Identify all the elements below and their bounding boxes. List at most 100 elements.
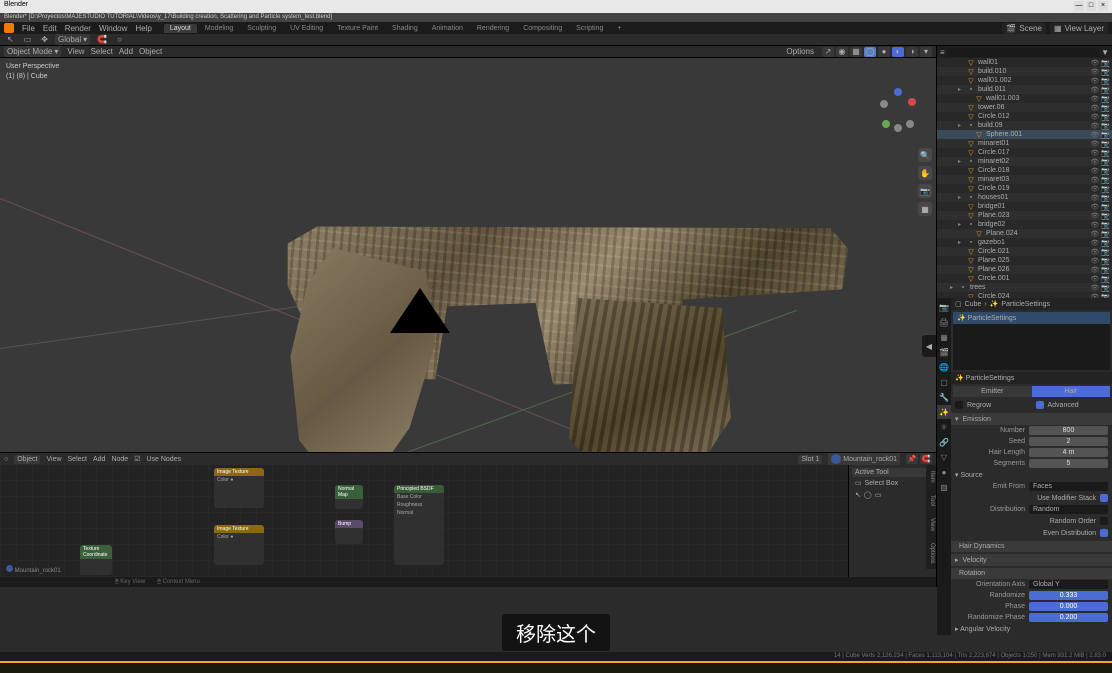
expand-triangle-icon[interactable]: ▸ xyxy=(958,86,964,93)
render-toggle-icon[interactable]: 📷 xyxy=(1101,167,1110,175)
outliner-item[interactable]: ▽Sphere.001👁📷 xyxy=(937,130,1112,139)
toggle-hair[interactable]: Hair xyxy=(1032,386,1111,397)
node-bump[interactable]: Bump xyxy=(335,520,363,544)
visibility-toggle-icon[interactable]: 👁 xyxy=(1090,248,1099,256)
box-mini-icon[interactable]: ▭ xyxy=(875,491,882,499)
toggle-emitter[interactable]: Emitter xyxy=(953,386,1032,397)
render-toggle-icon[interactable]: 📷 xyxy=(1101,122,1110,130)
node-editor-type-icon[interactable]: ○ xyxy=(4,456,8,463)
ne-menu-view[interactable]: View xyxy=(46,456,61,463)
render-toggle-icon[interactable]: 📷 xyxy=(1101,113,1110,121)
hairdyn-section-header[interactable]: Hair Dynamics xyxy=(951,541,1112,552)
render-toggle-icon[interactable]: 📷 xyxy=(1101,248,1110,256)
ne-vtab-view[interactable]: View xyxy=(926,512,936,537)
ne-vtab-item[interactable]: Item xyxy=(926,465,936,489)
visibility-toggle-icon[interactable]: 👁 xyxy=(1090,122,1099,130)
outliner-item[interactable]: ▽wall01👁📷 xyxy=(937,58,1112,67)
node-graph-canvas[interactable]: Texture Coordinate Image Texture Color ●… xyxy=(0,465,936,577)
ne-material-dropdown[interactable]: Mountain_rock01 xyxy=(828,453,900,465)
visibility-toggle-icon[interactable]: 👁 xyxy=(1090,203,1099,211)
workspace-tab-uvediting[interactable]: UV Editing xyxy=(284,24,329,33)
lasso-mini-icon[interactable]: ◯ xyxy=(864,491,872,499)
overlay-toggle[interactable]: ◉ xyxy=(836,47,848,57)
viewport-menu-select[interactable]: Select xyxy=(91,47,113,56)
render-toggle-icon[interactable]: 📷 xyxy=(1101,176,1110,184)
visibility-toggle-icon[interactable]: 👁 xyxy=(1090,257,1099,265)
ne-pin-icon[interactable]: 📌 xyxy=(906,454,918,464)
expand-triangle-icon[interactable]: ▸ xyxy=(950,284,956,291)
render-toggle-icon[interactable]: 📷 xyxy=(1101,266,1110,274)
visibility-toggle-icon[interactable]: 👁 xyxy=(1090,167,1099,175)
render-toggle-icon[interactable]: 📷 xyxy=(1101,86,1110,94)
props-tab-render[interactable]: 📷 xyxy=(937,300,951,314)
visibility-toggle-icon[interactable]: 👁 xyxy=(1090,185,1099,193)
orbit-gizmo[interactable] xyxy=(876,88,920,132)
regrow-checkbox[interactable] xyxy=(955,401,963,409)
perspective-toggle-icon[interactable]: ▦ xyxy=(918,202,932,216)
pan-icon[interactable]: ✋ xyxy=(918,166,932,180)
menu-render[interactable]: Render xyxy=(65,24,91,33)
workspace-tab-shading[interactable]: Shading xyxy=(386,24,424,33)
shading-rendered[interactable]: ◑ xyxy=(906,47,918,57)
node-shader-type[interactable]: Object xyxy=(14,455,40,464)
gizmo-toggle[interactable]: ↗ xyxy=(822,47,834,57)
render-toggle-icon[interactable]: 📷 xyxy=(1101,131,1110,139)
outliner-item[interactable]: ▽Circle.018👁📷 xyxy=(937,166,1112,175)
particle-systems-list[interactable]: ✨ ParticleSettings xyxy=(953,312,1110,370)
outliner-item[interactable]: ▽Plane.023👁📷 xyxy=(937,211,1112,220)
ne-vtab-tool[interactable]: Tool xyxy=(926,489,936,512)
emission-section-header[interactable]: ▾ Emission xyxy=(951,413,1112,425)
outliner-item[interactable]: ▸▫houses01👁📷 xyxy=(937,193,1112,202)
visibility-toggle-icon[interactable]: 👁 xyxy=(1090,266,1099,274)
ne-sidebar-panel-header[interactable]: Active Tool xyxy=(852,468,933,477)
randomorder-checkbox[interactable] xyxy=(1100,517,1108,525)
visibility-toggle-icon[interactable]: 👁 xyxy=(1090,149,1099,157)
snap-toggle[interactable]: 🧲 xyxy=(94,34,110,45)
workspace-tab-rendering[interactable]: Rendering xyxy=(471,24,515,33)
visibility-toggle-icon[interactable]: 👁 xyxy=(1090,275,1099,283)
viewport-options[interactable]: Options xyxy=(786,47,814,56)
props-tab-material[interactable]: ● xyxy=(937,465,951,479)
viewport-menu-object[interactable]: Object xyxy=(139,47,162,56)
outliner-item[interactable]: ▽Circle.017👁📷 xyxy=(937,148,1112,157)
gizmo-neg-y[interactable] xyxy=(906,120,914,128)
visibility-toggle-icon[interactable]: 👁 xyxy=(1090,221,1099,229)
render-toggle-icon[interactable]: 📷 xyxy=(1101,212,1110,220)
source-section-header[interactable]: ▾ Source xyxy=(951,469,1112,481)
visibility-toggle-icon[interactable]: 👁 xyxy=(1090,158,1099,166)
shading-solid[interactable]: ● xyxy=(878,47,890,57)
emitfrom-dropdown[interactable]: Faces xyxy=(1029,482,1108,491)
outliner-item[interactable]: ▸▫gazebo1👁📷 xyxy=(937,238,1112,247)
seed-field[interactable]: 2 xyxy=(1029,437,1108,446)
node-bsdf[interactable]: Principled BSDF Base Color Roughness Nor… xyxy=(394,485,444,565)
visibility-toggle-icon[interactable]: 👁 xyxy=(1090,140,1099,148)
visibility-toggle-icon[interactable]: 👁 xyxy=(1090,239,1099,247)
viewport-menu-add[interactable]: Add xyxy=(119,47,133,56)
visibility-toggle-icon[interactable]: 👁 xyxy=(1090,68,1099,76)
props-tab-constraints[interactable]: 🔗 xyxy=(937,435,951,449)
visibility-toggle-icon[interactable]: 👁 xyxy=(1090,194,1099,202)
randomize-field[interactable]: 0.333 xyxy=(1029,591,1108,600)
node-imgtex2[interactable]: Image Texture Color ● xyxy=(214,525,264,565)
visibility-toggle-icon[interactable]: 👁 xyxy=(1090,77,1099,85)
render-toggle-icon[interactable]: 📷 xyxy=(1101,194,1110,202)
orientation-dropdown[interactable]: Global ▾ xyxy=(55,34,90,45)
node-mapping[interactable]: Normal Map xyxy=(335,485,363,509)
outliner-item[interactable]: ▸▫minaret02👁📷 xyxy=(937,157,1112,166)
ne-vtab-options[interactable]: Options xyxy=(926,537,936,570)
visibility-toggle-icon[interactable]: 👁 xyxy=(1090,113,1099,121)
render-toggle-icon[interactable]: 📷 xyxy=(1101,104,1110,112)
render-toggle-icon[interactable]: 📷 xyxy=(1101,77,1110,85)
cursor-tool-icon[interactable]: ↖ xyxy=(4,34,17,45)
workspace-tab-animation[interactable]: Animation xyxy=(426,24,469,33)
visibility-toggle-icon[interactable]: 👁 xyxy=(1090,86,1099,94)
node-texcoord[interactable]: Texture Coordinate xyxy=(80,545,112,575)
particle-settings-name[interactable]: ✨ ParticleSettings xyxy=(951,372,1112,384)
visibility-toggle-icon[interactable]: 👁 xyxy=(1090,104,1099,112)
proportional-edit-toggle[interactable]: ○ xyxy=(114,34,125,45)
props-tab-object[interactable]: ▢ xyxy=(937,375,951,389)
ne-usenodes-checkbox[interactable]: ☑ xyxy=(134,455,140,463)
workspace-tab-compositing[interactable]: Compositing xyxy=(517,24,568,33)
workspace-tab-modeling[interactable]: Modeling xyxy=(199,24,239,33)
render-toggle-icon[interactable]: 📷 xyxy=(1101,95,1110,103)
